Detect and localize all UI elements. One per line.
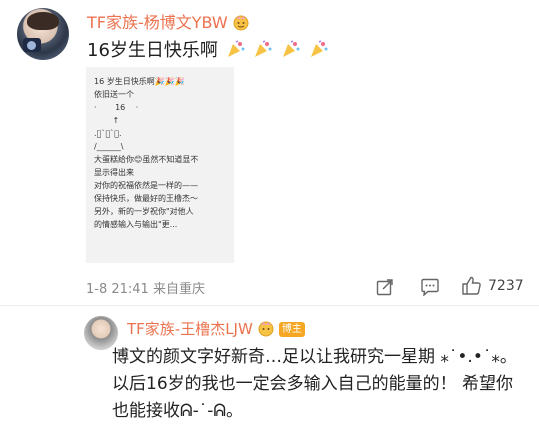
comment-text: 16岁生日快乐啊 [87,36,329,62]
image-fade [86,233,234,263]
image-line: 保持快乐，做最好的王橹杰～ [94,194,198,203]
image-line: 16 岁生日快乐啊🎉🎉🎉 [94,77,185,86]
comment-username[interactable]: TF家族-杨博文YBW [87,9,251,33]
image-line: 对你的祝福依然是一样的—— [94,181,198,190]
image-line: ↑ [94,116,120,125]
emoji-party-icon [283,40,300,57]
image-line: 另外，新的一岁祝你"对他人 [94,207,194,216]
comment-meta: 1-8 21:41 来自重庆 [86,282,205,297]
reply-username-text[interactable]: TF家族-王橹杰LJW [127,320,253,338]
emoji-party-icon [255,40,272,57]
comment-image[interactable]: 16 岁生日快乐啊🎉🎉🎉 依旧送一个 · 16 · ↑ .ﾞ`ﾞ`ﾞ. /___… [86,67,234,263]
reply-username[interactable]: TF家族-王橹杰LJW 博主 [127,318,305,339]
emoji-party-icon [227,40,245,57]
image-line: 大蛋糕给你😊虽然不知道显不 [94,155,199,164]
image-line: 显示得出来 [94,168,134,177]
image-line: /______\ [94,142,124,151]
avatar[interactable] [17,8,69,60]
camera-lens [27,41,36,50]
like-count: 7237 [488,278,524,294]
image-line: .ﾞ`ﾞ`ﾞ. [94,129,122,138]
comment-icon[interactable] [420,278,440,296]
author-tag: 博主 [278,322,305,337]
divider [0,305,539,306]
image-line: 的情感输入与输出"更... [94,220,178,229]
ribbon-badge-icon [233,15,249,30]
comment-text-content: 16岁生日快乐啊 [87,40,218,61]
share-icon[interactable] [376,278,394,296]
reply-text: 博文的颜文字好新奇…足以让我研究一星期 ⁎˙•.•˙⁎。 以后16岁的我也一定会… [112,347,517,421]
username-text[interactable]: TF家族-杨博文YBW [87,13,228,32]
image-line: 依旧送一个 [94,90,134,99]
like-icon[interactable] [461,276,482,296]
image-text-block: 16 岁生日快乐啊🎉🎉🎉 依旧送一个 · 16 · ↑ .ﾞ`ﾞ`ﾞ. /___… [94,75,230,231]
image-line: · 16 · [94,103,139,112]
emoji-party-icon [310,40,328,57]
ribbon-badge-icon [258,321,274,336]
avatar-hair [27,12,59,30]
